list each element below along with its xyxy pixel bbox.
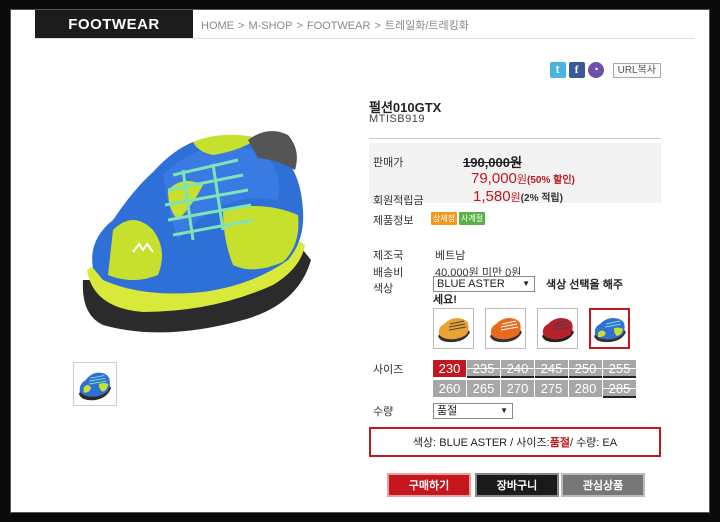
header-divider	[35, 38, 695, 39]
price-label: 판매가	[373, 157, 404, 169]
original-price: 190,000원	[463, 155, 522, 170]
info-divider	[369, 138, 661, 139]
size-275[interactable]: 275	[535, 380, 568, 397]
member-points: 1,580원(2% 적립)	[473, 188, 563, 205]
points-label: 회원적립금	[373, 195, 424, 207]
breadcrumb: HOME > M-SHOP > FOOTWEAR > 트레일화/트레킹화	[201, 20, 469, 32]
cart-button[interactable]: 장바구니	[475, 473, 559, 497]
breadcrumb-footwear[interactable]: FOOTWEAR	[307, 20, 371, 32]
color-hint: 색상 선택을 해주세요!	[433, 279, 623, 306]
size-230[interactable]: 230	[433, 360, 466, 377]
buy-button[interactable]: 구매하기	[387, 473, 471, 497]
chevron-down-icon: ▼	[500, 406, 508, 415]
size-285: 285	[603, 380, 636, 398]
shipping-label: 배송비	[373, 267, 404, 279]
size-235: 235	[467, 360, 500, 378]
points-rate: (2% 적립)	[520, 193, 563, 204]
size-240: 240	[501, 360, 534, 378]
qty-select[interactable]: 품절 ▼	[433, 403, 513, 419]
size-265[interactable]: 265	[467, 380, 500, 397]
swatch-orange-yellow[interactable]	[433, 308, 474, 349]
share-bar: t f ◔ URL복사	[549, 62, 661, 78]
product-code: MTISB919	[369, 113, 425, 125]
product-main-image	[82, 131, 311, 333]
size-grid: 230 235 240 245 250 255 260 265 270 275 …	[433, 360, 643, 398]
sale-price: 79,000원(50% 할인)	[471, 170, 575, 187]
discount-rate: (50% 할인)	[527, 175, 575, 186]
color-label: 색상	[373, 283, 394, 295]
swatch-red[interactable]	[537, 308, 578, 349]
facebook-icon[interactable]: f	[568, 62, 585, 78]
origin-value: 베트남	[435, 250, 466, 262]
size-255: 255	[603, 360, 636, 378]
me2day-icon[interactable]: ◔	[587, 62, 604, 78]
breadcrumb-trail[interactable]: 트레일화/트레킹화	[385, 20, 469, 32]
breadcrumb-mshop[interactable]: M-SHOP	[248, 20, 292, 32]
badge-season: 사계절	[459, 212, 486, 225]
wishlist-button[interactable]: 관심상품	[561, 473, 645, 497]
twitter-icon[interactable]: t	[549, 62, 566, 78]
url-copy-button[interactable]: URL복사	[612, 62, 661, 78]
badge-detail: 상세정	[431, 212, 458, 225]
size-270[interactable]: 270	[501, 380, 534, 397]
product-thumbnail[interactable]	[73, 362, 117, 406]
origin-label: 제조국	[373, 250, 404, 262]
size-250: 250	[569, 360, 602, 378]
swatch-blue-aster[interactable]	[589, 308, 630, 349]
selection-summary: 색상: BLUE ASTER / 사이즈: 품절 / 수량: EA	[369, 427, 661, 457]
size-280[interactable]: 280	[569, 380, 602, 397]
size-260[interactable]: 260	[433, 380, 466, 397]
breadcrumb-home[interactable]: HOME	[201, 20, 234, 32]
size-label: 사이즈	[373, 364, 404, 376]
swatch-orange[interactable]	[485, 308, 526, 349]
product-page: FOOTWEAR HOME > M-SHOP > FOOTWEAR > 트레일화/트레킹화 …	[10, 9, 710, 513]
product-info-label: 제품정보	[373, 215, 414, 227]
qty-label: 수량	[373, 406, 394, 418]
color-swatches	[433, 308, 630, 349]
category-title: FOOTWEAR	[35, 10, 193, 38]
size-245: 245	[535, 360, 568, 378]
